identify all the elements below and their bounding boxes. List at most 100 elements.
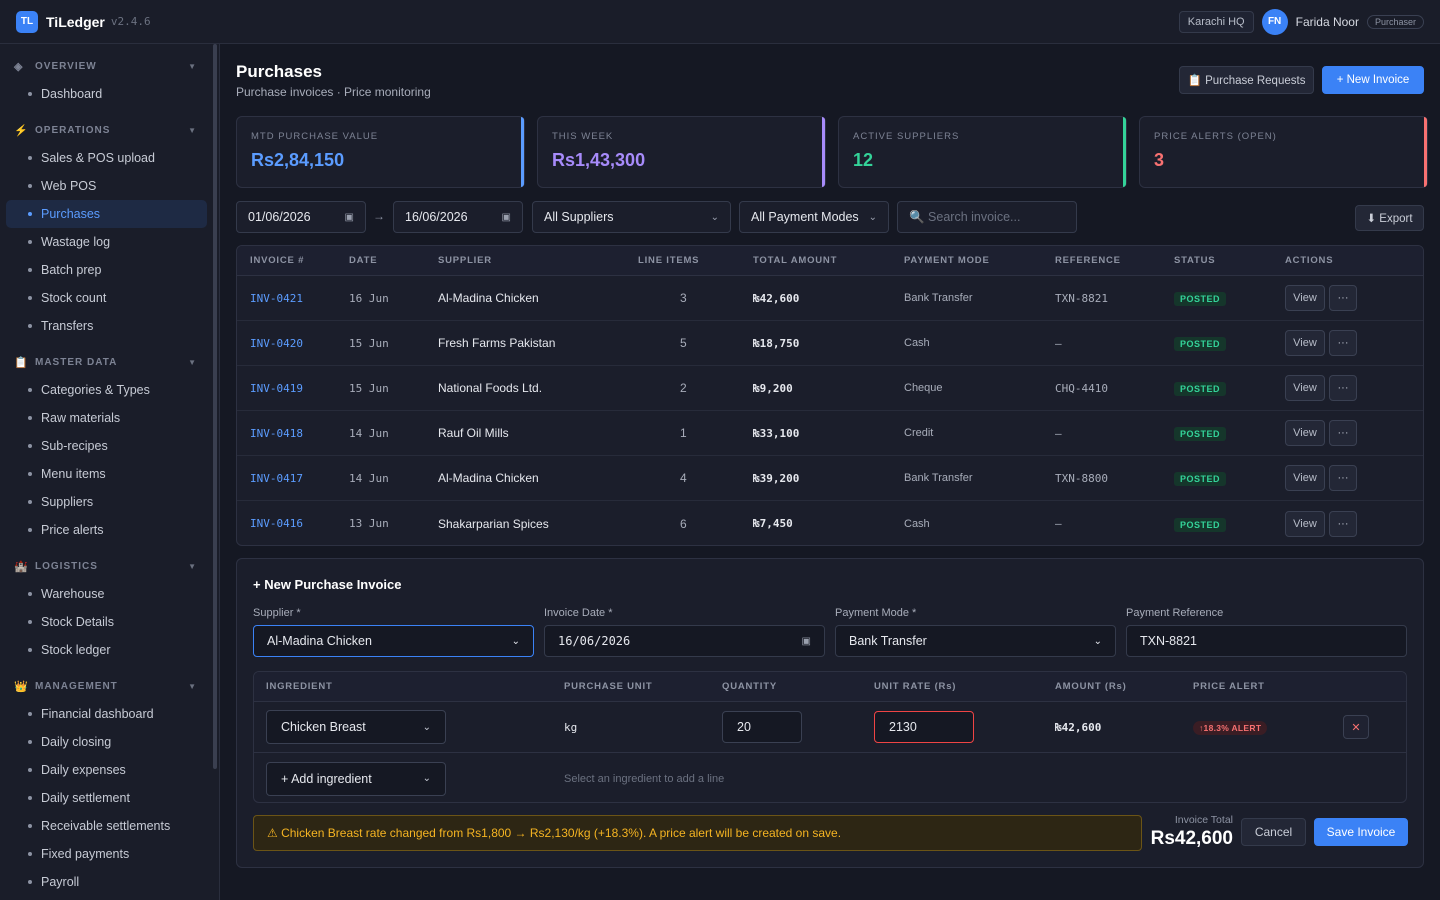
more-options-icon[interactable]: ···: [1329, 285, 1357, 311]
col-invoice[interactable]: INVOICE #: [237, 255, 349, 266]
more-options-icon[interactable]: ···: [1329, 420, 1357, 446]
bullet-icon: [28, 184, 32, 188]
sidebar-item[interactable]: Price alerts: [6, 516, 207, 544]
view-button[interactable]: View: [1285, 510, 1325, 537]
chevron-down-icon[interactable]: ▼: [188, 562, 197, 571]
view-button[interactable]: View: [1285, 420, 1325, 446]
invoice-reference: —: [1055, 426, 1062, 440]
invoice-number-link[interactable]: INV-0420: [237, 337, 349, 350]
col-payment-mode[interactable]: PAYMENT MODE: [904, 255, 1055, 266]
table-row[interactable]: INV-0417 14 Jun Al-Madina Chicken 4 ₨39,200 B…: [237, 456, 1423, 501]
col-line-items[interactable]: LINE ITEMS: [638, 255, 753, 266]
sidebar-item[interactable]: Warehouse: [6, 580, 207, 608]
chevron-down-icon: ⌄: [422, 773, 431, 784]
chevron-down-icon[interactable]: ▼: [188, 126, 197, 135]
view-button[interactable]: View: [1285, 465, 1325, 491]
invoice-total: ₨33,100: [753, 426, 800, 440]
sidebar-item[interactable]: Stock Details: [6, 608, 207, 636]
new-invoice-button[interactable]: + New Invoice: [1322, 66, 1424, 94]
sidebar-item[interactable]: Fixed payments: [6, 840, 207, 868]
ingredient-select[interactable]: Chicken Breast ⌄: [266, 710, 446, 744]
more-options-icon[interactable]: ···: [1329, 510, 1357, 537]
search-input[interactable]: 🔍 Search invoice...: [897, 201, 1077, 233]
view-button[interactable]: View: [1285, 285, 1325, 311]
payment-mode-filter-select[interactable]: All Payment Modes ⌄: [739, 201, 889, 233]
view-button[interactable]: View: [1285, 330, 1325, 356]
sidebar-group[interactable]: ⚡ OPERATIONS ▼: [0, 116, 219, 144]
sidebar-item[interactable]: Wastage log: [6, 228, 207, 256]
unit-rate-input[interactable]: 2130: [874, 711, 974, 743]
sidebar-item[interactable]: Batch prep: [6, 256, 207, 284]
invoice-date: 14 Jun: [349, 426, 389, 440]
sidebar-item[interactable]: Receivable settlements: [6, 812, 207, 840]
payment-reference-input[interactable]: TXN-8821: [1126, 625, 1407, 657]
sidebar-item[interactable]: Daily closing: [6, 728, 207, 756]
sidebar-item[interactable]: Purchases: [6, 200, 207, 228]
invoice-number-link[interactable]: INV-0421: [237, 292, 349, 305]
payment-mode-select[interactable]: Bank Transfer ⌄: [835, 625, 1116, 657]
table-row[interactable]: INV-0421 16 Jun Al-Madina Chicken 3 ₨42,600 B…: [237, 276, 1423, 321]
sidebar-item[interactable]: Stock ledger: [6, 636, 207, 664]
more-options-icon[interactable]: ···: [1329, 375, 1357, 401]
sidebar-item[interactable]: Web POS: [6, 172, 207, 200]
chevron-down-icon[interactable]: ▼: [188, 358, 197, 367]
invoice-date-input[interactable]: 16/06/2026 ▣: [544, 625, 825, 657]
invoice-number-link[interactable]: INV-0419: [237, 382, 349, 395]
sidebar-item[interactable]: Financial dashboard: [6, 700, 207, 728]
save-invoice-button[interactable]: Save Invoice: [1314, 818, 1408, 846]
sidebar-group[interactable]: 📋 MASTER DATA ▼: [0, 348, 219, 376]
cancel-button[interactable]: Cancel: [1241, 818, 1306, 846]
table-row[interactable]: INV-0416 13 Jun Shakarparian Spices 6 ₨7,450…: [237, 501, 1423, 545]
chevron-down-icon[interactable]: ▼: [188, 62, 197, 71]
calendar-icon[interactable]: ▣: [802, 636, 811, 647]
col-reference[interactable]: REFERENCE: [1055, 255, 1174, 266]
purchase-requests-button[interactable]: 📋 Purchase Requests: [1179, 66, 1314, 94]
col-date[interactable]: DATE: [349, 255, 438, 266]
col-status[interactable]: STATUS: [1174, 255, 1285, 266]
sidebar-item[interactable]: Menu items: [6, 460, 207, 488]
more-options-icon[interactable]: ···: [1329, 330, 1357, 356]
more-options-icon[interactable]: ···: [1329, 465, 1357, 491]
sidebar-item[interactable]: Stock count: [6, 284, 207, 312]
invoice-number-link[interactable]: INV-0417: [237, 472, 349, 485]
app-version: v2.4.6: [110, 15, 151, 28]
sidebar-group[interactable]: 🏰 LOGISTICS ▼: [0, 552, 219, 580]
sidebar-item[interactable]: Suppliers: [6, 488, 207, 516]
remove-line-button[interactable]: ✕: [1343, 715, 1369, 739]
chevron-down-icon[interactable]: ▼: [188, 682, 197, 691]
export-button[interactable]: ⬇ Export: [1355, 205, 1424, 231]
table-row[interactable]: INV-0420 15 Jun Fresh Farms Pakistan 5 ₨18,7…: [237, 321, 1423, 366]
bullet-icon: [28, 268, 32, 272]
supplier-filter-select[interactable]: All Suppliers ⌄: [532, 201, 731, 233]
col-supplier[interactable]: SUPPLIER: [438, 255, 638, 266]
sidebar-item[interactable]: Raw materials: [6, 404, 207, 432]
add-ingredient-select[interactable]: + Add ingredient ⌄: [266, 761, 446, 796]
sidebar-item[interactable]: Dashboard: [6, 80, 207, 108]
sidebar-item[interactable]: Sub-recipes: [6, 432, 207, 460]
date-from-input[interactable]: 01/06/2026 ▣: [236, 201, 366, 233]
location-switcher[interactable]: Karachi HQ: [1178, 10, 1254, 33]
col-total[interactable]: TOTAL AMOUNT: [753, 255, 904, 266]
sidebar-group[interactable]: 👑 MANAGEMENT ▼: [0, 672, 219, 700]
sidebar-item[interactable]: Daily settlement: [6, 784, 207, 812]
avatar[interactable]: FN: [1261, 8, 1288, 35]
invoice-number-link[interactable]: INV-0416: [237, 517, 349, 530]
sidebar-item[interactable]: Payroll: [6, 868, 207, 896]
sidebar-scrollbar[interactable]: [213, 44, 217, 769]
table-row[interactable]: INV-0418 14 Jun Rauf Oil Mills 1 ₨33,100 Cred…: [237, 411, 1423, 456]
calendar-icon[interactable]: ▣: [502, 212, 511, 223]
date-to-input[interactable]: 16/06/2026 ▣: [393, 201, 523, 233]
invoice-number-link[interactable]: INV-0418: [237, 427, 349, 440]
sidebar-item[interactable]: Transfers: [6, 312, 207, 340]
quantity-input[interactable]: 20: [722, 711, 802, 743]
view-button[interactable]: View: [1285, 375, 1325, 401]
sidebar-item[interactable]: Daily expenses: [6, 756, 207, 784]
calendar-icon[interactable]: ▣: [345, 212, 354, 223]
sidebar-item[interactable]: Sales & POS upload: [6, 144, 207, 172]
sidebar-item-label: Fixed payments: [41, 847, 130, 861]
supplier-select[interactable]: Al-Madina Chicken ⌄: [253, 625, 534, 657]
sidebar-item[interactable]: Categories & Types: [6, 376, 207, 404]
table-row[interactable]: INV-0419 15 Jun National Foods Ltd. 2 ₨9,200…: [237, 366, 1423, 411]
sidebar-group[interactable]: ◈ OVERVIEW ▼: [0, 52, 219, 80]
